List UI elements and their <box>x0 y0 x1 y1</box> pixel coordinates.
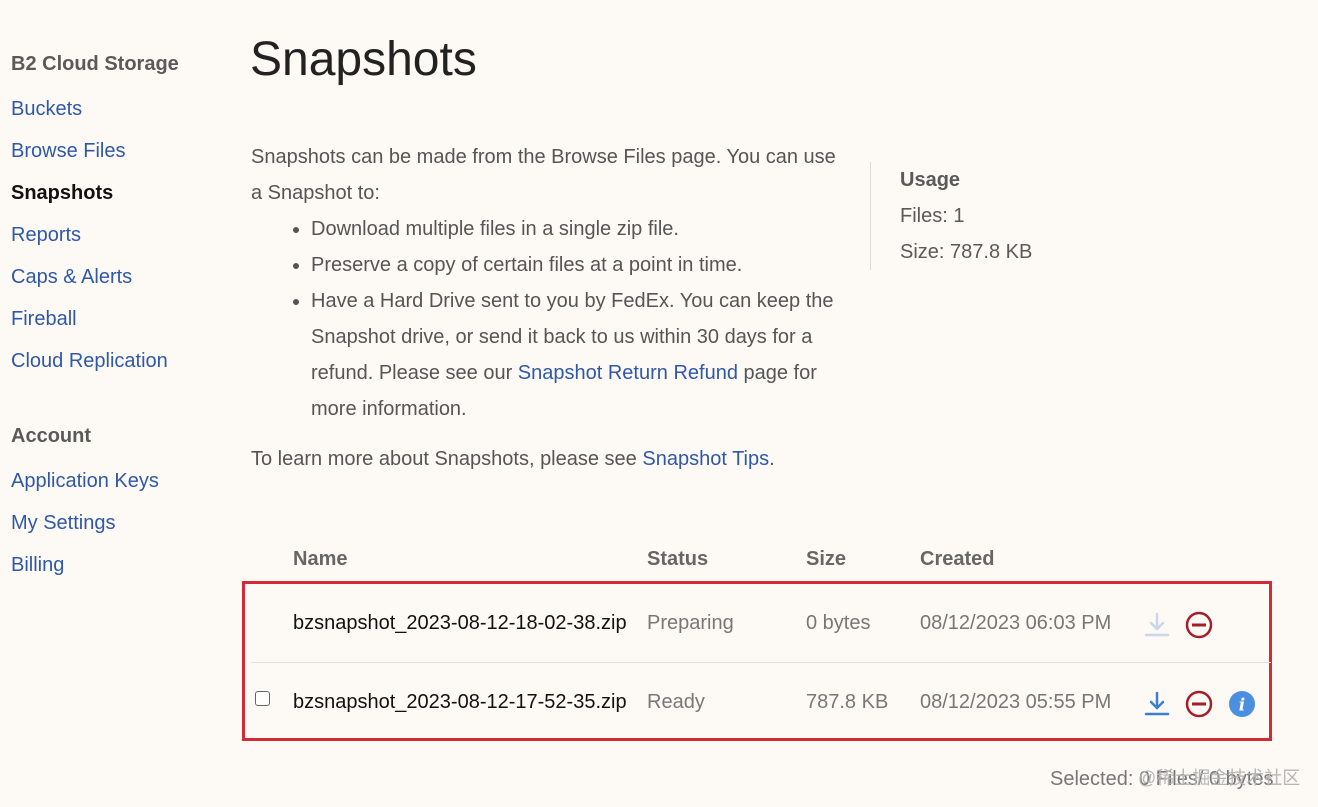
sidebar-item-caps-alerts[interactable]: Caps & Alerts <box>11 266 132 289</box>
sidebar-item-snapshots[interactable]: Snapshots <box>11 182 113 205</box>
feature-item: Preserve a copy of certain files at a po… <box>311 247 851 283</box>
snapshot-created: 08/12/2023 06:03 PM <box>920 612 1112 634</box>
snapshot-name: bzsnapshot_2023-08-12-18-02-38.zip <box>293 612 627 634</box>
delete-icon[interactable] <box>1185 611 1213 639</box>
tips-text-pre: To learn more about Snapshots, please se… <box>251 448 643 470</box>
delete-icon[interactable] <box>1185 690 1213 718</box>
sidebar-heading-b2: B2 Cloud Storage <box>11 53 179 75</box>
sidebar-item-my-settings[interactable]: My Settings <box>11 512 115 535</box>
svg-text:i: i <box>1239 696 1245 716</box>
sidebar-heading-account: Account <box>11 425 91 447</box>
column-header-status[interactable]: Status <box>647 548 708 571</box>
download-icon[interactable] <box>1143 690 1171 718</box>
sidebar-item-reports[interactable]: Reports <box>11 224 81 247</box>
column-header-size[interactable]: Size <box>806 548 846 571</box>
snapshot-tips-link[interactable]: Snapshot Tips <box>642 448 769 470</box>
page-title: Snapshots <box>250 33 477 87</box>
snapshot-status: Preparing <box>647 612 734 634</box>
usage-panel: Usage Files: 1 Size: 787.8 KB <box>900 162 1032 270</box>
feature-list: Download multiple files in a single zip … <box>251 211 851 427</box>
intro-section: Snapshots can be made from the Browse Fi… <box>251 139 851 427</box>
column-header-created[interactable]: Created <box>920 548 994 571</box>
tips-text-post: . <box>769 448 775 470</box>
usage-divider <box>870 162 871 270</box>
sidebar-item-buckets[interactable]: Buckets <box>11 98 82 121</box>
snapshot-size: 787.8 KB <box>806 691 889 713</box>
row-divider <box>251 662 1271 663</box>
sidebar-item-fireball[interactable]: Fireball <box>11 308 77 331</box>
intro-text: Snapshots can be made from the Browse Fi… <box>251 146 836 204</box>
tips-text: To learn more about Snapshots, please se… <box>251 441 775 477</box>
column-header-name[interactable]: Name <box>293 548 347 571</box>
feature-item: Download multiple files in a single zip … <box>311 211 851 247</box>
snapshot-return-refund-link[interactable]: Snapshot Return Refund <box>518 362 738 384</box>
snapshot-table-highlight <box>242 581 1272 741</box>
sidebar-item-browse-files[interactable]: Browse Files <box>11 140 125 163</box>
feature-item-fedex: Have a Hard Drive sent to you by FedEx. … <box>311 283 851 427</box>
snapshot-name: bzsnapshot_2023-08-12-17-52-35.zip <box>293 691 627 713</box>
page: B2 Cloud Storage Buckets Browse Files Sn… <box>0 0 1318 807</box>
sidebar-item-application-keys[interactable]: Application Keys <box>11 470 159 493</box>
sidebar-item-billing[interactable]: Billing <box>11 554 64 577</box>
usage-files: Files: 1 <box>900 205 965 227</box>
snapshot-size: 0 bytes <box>806 612 871 634</box>
snapshot-created: 08/12/2023 05:55 PM <box>920 691 1112 713</box>
watermark: @稀土掘金技术社区 <box>1138 768 1301 788</box>
row-checkbox[interactable] <box>255 691 270 706</box>
download-icon[interactable] <box>1143 611 1171 639</box>
info-icon[interactable]: i <box>1228 690 1256 718</box>
sidebar-item-cloud-replication[interactable]: Cloud Replication <box>11 350 168 373</box>
usage-title: Usage <box>900 169 961 191</box>
usage-size: Size: 787.8 KB <box>900 241 1033 263</box>
snapshot-status: Ready <box>647 691 705 713</box>
